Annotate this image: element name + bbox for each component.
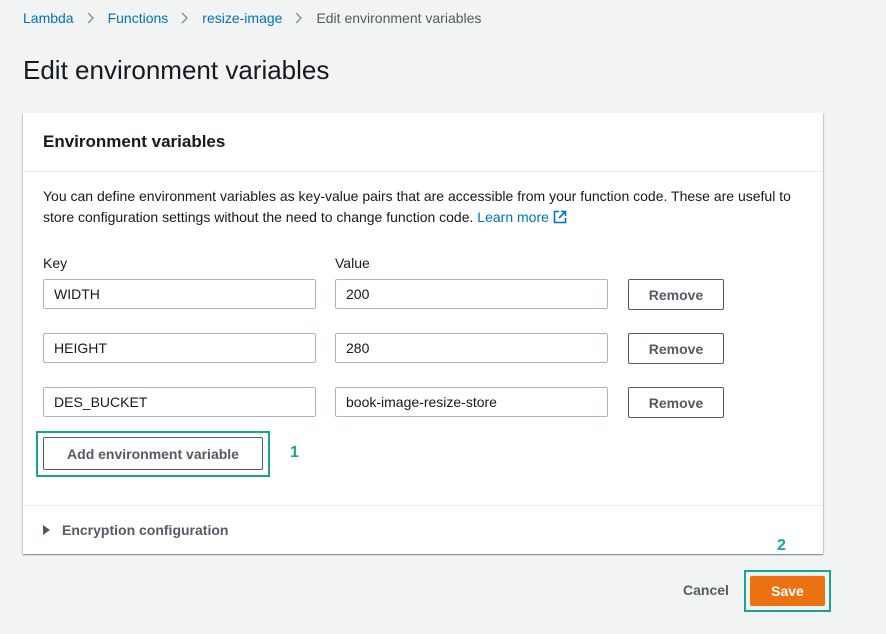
remove-button-width[interactable]: Remove xyxy=(628,279,724,310)
learn-more-label: Learn more xyxy=(477,209,549,225)
encryption-configuration-label: Encryption configuration xyxy=(62,522,229,538)
caret-right-icon xyxy=(43,525,51,535)
remove-button-des-bucket[interactable]: Remove xyxy=(628,387,724,418)
panel-header: Environment variables xyxy=(23,113,823,172)
breadcrumb-lambda[interactable]: Lambda xyxy=(23,10,74,26)
key-input-width[interactable]: WIDTH xyxy=(43,279,316,309)
save-button[interactable]: Save xyxy=(750,576,825,606)
value-input-des-bucket[interactable]: book-image-resize-store xyxy=(335,387,608,417)
environment-variables-panel: Environment variables You can define env… xyxy=(23,113,823,554)
remove-button-height[interactable]: Remove xyxy=(628,333,724,364)
description-text: You can define environment variables as … xyxy=(43,188,791,225)
learn-more-link[interactable]: Learn more xyxy=(477,209,567,225)
panel-description: You can define environment variables as … xyxy=(43,186,813,230)
page-title: Edit environment variables xyxy=(23,55,330,85)
key-input-des-bucket[interactable]: DES_BUCKET xyxy=(43,387,316,417)
chevron-right-icon xyxy=(181,12,189,24)
breadcrumb-resize-image[interactable]: resize-image xyxy=(202,10,282,26)
external-link-icon xyxy=(553,209,567,230)
encryption-configuration-toggle[interactable]: Encryption configuration xyxy=(43,522,228,538)
chevron-right-icon xyxy=(87,12,95,24)
panel-title: Environment variables xyxy=(43,132,226,151)
key-input-height[interactable]: HEIGHT xyxy=(43,333,316,363)
key-column-label: Key xyxy=(43,255,68,271)
annotation-1: 1 xyxy=(290,444,299,461)
breadcrumb-functions[interactable]: Functions xyxy=(108,10,169,26)
annotation-2: 2 xyxy=(777,537,786,554)
value-input-height[interactable]: 280 xyxy=(335,333,608,363)
chevron-right-icon xyxy=(295,12,303,24)
panel-divider xyxy=(23,505,823,506)
add-environment-variable-button[interactable]: Add environment variable xyxy=(43,437,263,470)
value-column-label: Value xyxy=(335,255,370,271)
value-input-width[interactable]: 200 xyxy=(335,279,608,309)
breadcrumb: Lambda Functions resize-image Edit envir… xyxy=(23,10,481,26)
breadcrumb-current: Edit environment variables xyxy=(316,10,482,26)
cancel-button[interactable]: Cancel xyxy=(683,582,729,598)
